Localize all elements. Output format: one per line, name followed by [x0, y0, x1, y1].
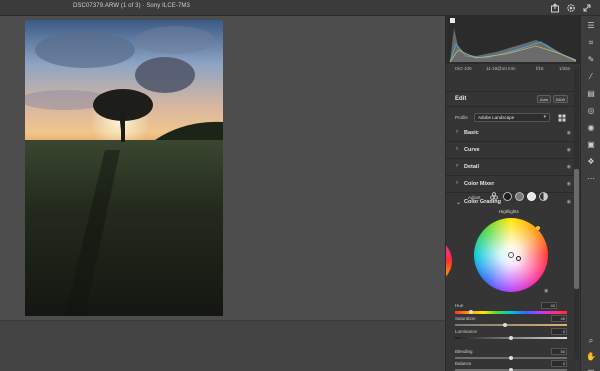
fullscreen-icon[interactable]: [582, 3, 592, 13]
highlights-wheel-icon[interactable]: [527, 192, 536, 201]
lens-readout: 11-18@10 mm: [486, 66, 516, 71]
wheel-title: Highlights: [499, 209, 519, 214]
red-eye-icon[interactable]: ◉: [586, 123, 596, 133]
profile-label: Profile: [455, 115, 468, 120]
section-curve[interactable]: › Curve ◉: [446, 142, 581, 159]
presets-icon[interactable]: ❖: [586, 157, 596, 167]
profile-value: Adobe Landscape: [478, 115, 515, 120]
hue-thumb[interactable]: [469, 310, 473, 314]
crop-icon[interactable]: ⌗: [586, 38, 596, 48]
saturation-label: Saturation: [455, 316, 476, 321]
photo-preview[interactable]: [25, 20, 223, 316]
wheel-handle[interactable]: [516, 256, 521, 261]
title-bar: DSC07379.ARW (1 of 3) · Sony ILCE-7M3: [0, 0, 600, 16]
previous-wheel-peek[interactable]: [446, 238, 454, 284]
more-options-icon[interactable]: ⋯: [586, 174, 596, 184]
saturation-value[interactable]: 45: [551, 315, 567, 322]
luminance-value[interactable]: 0: [551, 328, 567, 335]
panel-scrollbar-thumb[interactable]: [574, 169, 579, 289]
luminance-thumb[interactable]: [509, 336, 513, 340]
landscape-photo: [25, 20, 223, 316]
eye-icon[interactable]: ◉: [567, 199, 571, 205]
tool-strip: ☰ ⌗ ✎ ⁄ ▤ ◎ ◉ ▣ ❖ ⋯ ⌕ ✋ ⊡: [580, 16, 600, 371]
profile-row: Profile Adobe Landscape ▾: [446, 111, 581, 125]
wheel-center: [508, 252, 514, 258]
hue-indicator-dot[interactable]: [536, 226, 540, 230]
section-basic-label: Basic: [464, 130, 479, 136]
chevron-right-icon: ›: [456, 163, 458, 169]
edit-header: Edit Auto B&W: [446, 91, 581, 107]
settings-gear-icon[interactable]: [566, 3, 576, 13]
panel-scrollbar[interactable]: [574, 69, 579, 359]
export-icon[interactable]: [550, 3, 560, 13]
snapshots-icon[interactable]: ▣: [586, 140, 596, 150]
adjust-label: Adjust: [468, 195, 481, 200]
blending-value[interactable]: 50: [551, 348, 567, 355]
chevron-down-icon: ▾: [543, 114, 546, 120]
global-wheel-icon[interactable]: [539, 192, 548, 201]
hue-value[interactable]: 40: [541, 302, 557, 309]
midtones-wheel-icon[interactable]: [515, 192, 524, 201]
profile-select[interactable]: Adobe Landscape ▾: [474, 113, 550, 122]
blending-thumb[interactable]: [509, 356, 513, 360]
section-basic[interactable]: › Basic ◉: [446, 125, 581, 142]
section-curve-label: Curve: [464, 147, 480, 153]
app-window: DSC07379.ARW (1 of 3) · Sony ILCE-7M3 IS…: [0, 0, 600, 371]
chevron-down-icon: ⌄: [456, 200, 462, 206]
saturation-thumb[interactable]: [503, 323, 508, 327]
balance-label: Balance: [455, 361, 472, 366]
luminance-label: Luminance: [455, 329, 478, 334]
bw-button[interactable]: B&W: [553, 95, 569, 103]
section-detail-label: Detail: [464, 164, 479, 170]
chevron-right-icon: ›: [456, 129, 458, 135]
edit-title: Edit: [455, 96, 467, 102]
shutter-readout: 1/25s: [559, 66, 571, 71]
hand-icon[interactable]: ✋: [586, 352, 596, 362]
linear-gradient-icon[interactable]: ▤: [586, 89, 596, 99]
histogram-graph: [449, 18, 577, 63]
aperture-readout: f/16: [536, 66, 544, 71]
eye-icon[interactable]: ◉: [567, 164, 571, 170]
histogram: [446, 16, 581, 64]
hue-label: Hue: [455, 303, 464, 308]
chevron-right-icon: ›: [456, 146, 458, 152]
auto-button[interactable]: Auto: [537, 95, 552, 103]
blending-label: Blending: [455, 349, 473, 354]
edit-panel: ISO 100 11-18@10 mm f/16 1/25s Edit Auto…: [445, 16, 581, 371]
saturation-slider[interactable]: [455, 324, 567, 326]
radial-gradient-icon[interactable]: ◎: [586, 106, 596, 116]
balance-value[interactable]: 0: [551, 360, 567, 367]
document-title: DSC07379.ARW (1 of 3) · Sony ILCE-7M3: [73, 3, 190, 9]
healing-brush-icon[interactable]: ✎: [586, 55, 596, 65]
brush-icon[interactable]: ⁄: [586, 72, 596, 82]
shadows-wheel-icon[interactable]: [503, 192, 512, 201]
iso-readout: ISO 100: [455, 66, 472, 71]
edit-sliders-icon[interactable]: ☰: [586, 21, 596, 31]
filmstrip[interactable]: [0, 320, 445, 371]
eye-icon[interactable]: ◉: [544, 288, 548, 294]
three-way-icon[interactable]: [490, 192, 498, 200]
section-color-grading[interactable]: ⌄ Color Grading ◉: [446, 177, 581, 206]
profile-browser-icon[interactable]: [558, 114, 566, 122]
eye-icon[interactable]: ◉: [567, 130, 571, 136]
eye-icon[interactable]: ◉: [567, 147, 571, 153]
section-detail[interactable]: › Detail ◉: [446, 159, 581, 176]
zoom-icon[interactable]: ⌕: [586, 336, 596, 346]
